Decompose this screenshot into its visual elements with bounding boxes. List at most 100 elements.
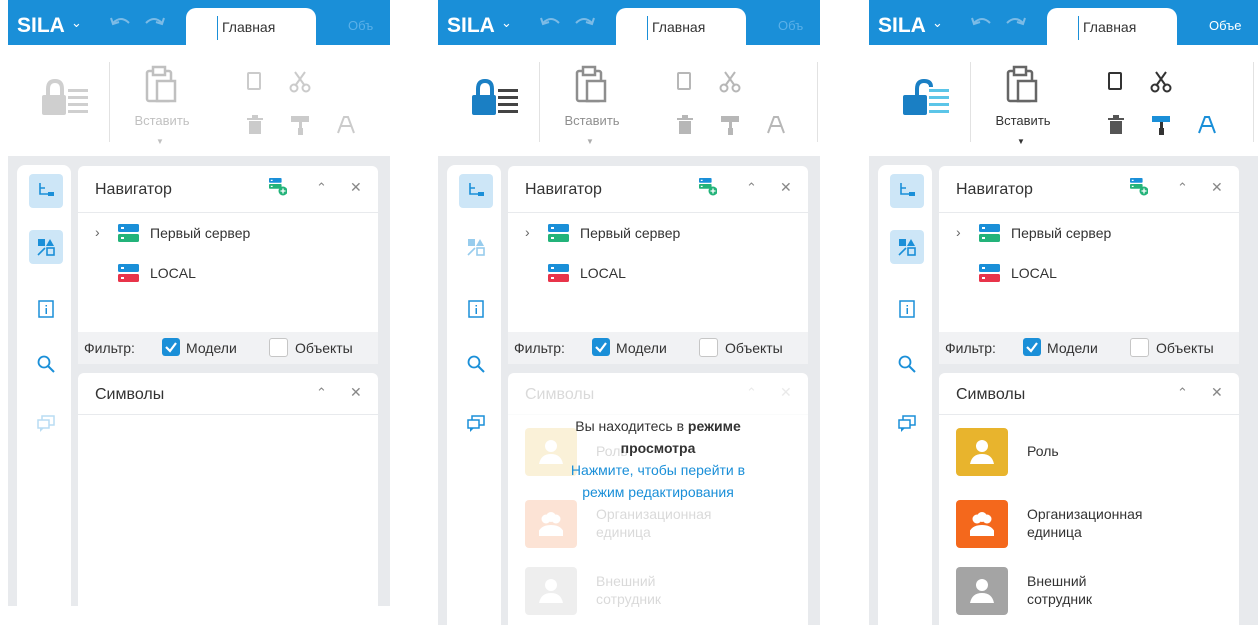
filter-objects-label[interactable]: Объекты bbox=[1156, 340, 1214, 356]
copy-icon[interactable] bbox=[243, 70, 267, 94]
filter-objects-checkbox[interactable] bbox=[699, 338, 718, 357]
tab-home[interactable]: Главная bbox=[616, 8, 746, 45]
collapse-icon[interactable]: ⌃ bbox=[316, 385, 327, 401]
sidebar-comments-button[interactable] bbox=[890, 407, 924, 441]
paste-icon[interactable] bbox=[1002, 63, 1042, 105]
add-server-icon[interactable] bbox=[699, 178, 717, 196]
clear-format-icon[interactable] bbox=[1197, 113, 1221, 137]
collapse-icon[interactable]: ⌃ bbox=[746, 180, 757, 196]
redo-icon[interactable] bbox=[1004, 14, 1026, 30]
sidebar-navigator-button[interactable] bbox=[890, 174, 924, 208]
undo-icon[interactable] bbox=[110, 14, 132, 30]
format-paint-icon[interactable] bbox=[718, 113, 742, 137]
unlock-icon[interactable] bbox=[899, 77, 951, 121]
undo-icon[interactable] bbox=[971, 14, 993, 30]
tree-item-first-server[interactable]: › Первый сервер bbox=[508, 224, 808, 248]
symbol-external-employee[interactable]: Внешний сотрудник bbox=[525, 567, 805, 615]
tab-objects[interactable]: Объ bbox=[778, 18, 803, 33]
paste-button-label[interactable]: Вставить bbox=[124, 113, 200, 128]
symbol-role[interactable]: Роль bbox=[956, 428, 1236, 476]
filter-models-label[interactable]: Модели bbox=[1047, 340, 1098, 356]
format-paint-icon[interactable] bbox=[288, 113, 312, 137]
paste-icon[interactable] bbox=[571, 63, 611, 105]
filter-models-label[interactable]: Модели bbox=[186, 340, 237, 356]
sidebar-search-button[interactable] bbox=[890, 347, 924, 381]
tab-home[interactable]: Главная bbox=[186, 8, 316, 45]
tab-objects[interactable]: Объе bbox=[1209, 18, 1241, 33]
clear-format-icon[interactable] bbox=[336, 113, 360, 137]
close-icon[interactable]: ✕ bbox=[350, 179, 362, 196]
tab-home[interactable]: Главная bbox=[1047, 8, 1177, 45]
collapse-icon[interactable]: ⌃ bbox=[1177, 385, 1188, 401]
paste-dropdown-icon[interactable]: ▼ bbox=[586, 137, 594, 146]
cut-icon[interactable] bbox=[1149, 70, 1173, 94]
expand-chevron-icon[interactable]: › bbox=[525, 224, 530, 240]
paste-dropdown-icon[interactable]: ▼ bbox=[156, 137, 164, 146]
filter-models-label[interactable]: Модели bbox=[616, 340, 667, 356]
undo-icon[interactable] bbox=[540, 14, 562, 30]
copy-icon[interactable] bbox=[1104, 70, 1128, 94]
tree-item-local[interactable]: LOCAL bbox=[78, 264, 378, 288]
filter-objects-label[interactable]: Объекты bbox=[295, 340, 353, 356]
sidebar-comments-button[interactable] bbox=[459, 407, 493, 441]
expand-chevron-icon[interactable]: › bbox=[95, 224, 100, 240]
symbol-org-unit[interactable]: Организационная единица bbox=[956, 500, 1236, 548]
app-menu-chevron-icon[interactable]: ⌄ bbox=[501, 15, 512, 31]
tree-item-first-server[interactable]: › Первый сервер bbox=[939, 224, 1239, 248]
collapse-icon[interactable]: ⌃ bbox=[316, 180, 327, 196]
app-logo[interactable]: SILA bbox=[447, 14, 495, 38]
app-logo[interactable]: SILA bbox=[878, 14, 926, 38]
sidebar-search-button[interactable] bbox=[29, 347, 63, 381]
paste-button-label[interactable]: Вставить bbox=[554, 113, 630, 128]
filter-models-checkbox[interactable] bbox=[1023, 338, 1041, 356]
filter-objects-checkbox[interactable] bbox=[269, 338, 288, 357]
sidebar-symbols-button[interactable] bbox=[459, 230, 493, 264]
filter-models-checkbox[interactable] bbox=[162, 338, 180, 356]
sidebar-properties-button[interactable] bbox=[459, 292, 493, 326]
expand-chevron-icon[interactable]: › bbox=[956, 224, 961, 240]
cut-icon[interactable] bbox=[288, 70, 312, 94]
tree-item-local[interactable]: LOCAL bbox=[939, 264, 1239, 288]
switch-to-edit-link-line2[interactable]: режим редактирования bbox=[508, 481, 808, 503]
app-menu-chevron-icon[interactable]: ⌄ bbox=[71, 15, 82, 31]
copy-icon[interactable] bbox=[673, 70, 697, 94]
add-server-icon[interactable] bbox=[269, 178, 287, 196]
add-server-icon[interactable] bbox=[1130, 178, 1148, 196]
sidebar-search-button[interactable] bbox=[459, 347, 493, 381]
delete-icon[interactable] bbox=[1104, 113, 1128, 137]
app-logo[interactable]: SILA bbox=[17, 14, 65, 38]
sidebar-symbols-button[interactable] bbox=[890, 230, 924, 264]
symbol-org-unit[interactable]: Организационная единица bbox=[525, 500, 805, 548]
app-menu-chevron-icon[interactable]: ⌄ bbox=[932, 15, 943, 31]
close-icon[interactable]: ✕ bbox=[1211, 179, 1223, 196]
paste-button-label[interactable]: Вставить bbox=[985, 113, 1061, 128]
close-icon[interactable]: ✕ bbox=[350, 384, 362, 401]
clear-format-icon[interactable] bbox=[766, 113, 790, 137]
close-icon[interactable]: ✕ bbox=[780, 384, 792, 401]
lock-icon[interactable] bbox=[38, 77, 90, 121]
delete-icon[interactable] bbox=[243, 113, 267, 137]
sidebar-properties-button[interactable] bbox=[890, 292, 924, 326]
redo-icon[interactable] bbox=[573, 14, 595, 30]
cut-icon[interactable] bbox=[718, 70, 742, 94]
paste-dropdown-icon[interactable]: ▼ bbox=[1017, 137, 1025, 146]
redo-icon[interactable] bbox=[143, 14, 165, 30]
switch-to-edit-link[interactable]: Нажмите, чтобы перейти в bbox=[508, 459, 808, 481]
tree-item-first-server[interactable]: › Первый сервер bbox=[78, 224, 378, 248]
filter-objects-label[interactable]: Объекты bbox=[725, 340, 783, 356]
filter-models-checkbox[interactable] bbox=[592, 338, 610, 356]
sidebar-navigator-button[interactable] bbox=[29, 174, 63, 208]
format-paint-icon[interactable] bbox=[1149, 113, 1173, 137]
close-icon[interactable]: ✕ bbox=[1211, 384, 1223, 401]
collapse-icon[interactable]: ⌃ bbox=[1177, 180, 1188, 196]
sidebar-navigator-button[interactable] bbox=[459, 174, 493, 208]
tab-objects[interactable]: Объ bbox=[348, 18, 373, 33]
tree-item-local[interactable]: LOCAL bbox=[508, 264, 808, 288]
symbol-external-employee[interactable]: Внешний сотрудник bbox=[956, 567, 1236, 615]
collapse-icon[interactable]: ⌃ bbox=[746, 385, 757, 401]
delete-icon[interactable] bbox=[673, 113, 697, 137]
sidebar-symbols-button[interactable] bbox=[29, 230, 63, 264]
sidebar-properties-button[interactable] bbox=[29, 292, 63, 326]
sidebar-comments-button[interactable] bbox=[29, 407, 63, 441]
lock-icon[interactable] bbox=[468, 77, 520, 121]
